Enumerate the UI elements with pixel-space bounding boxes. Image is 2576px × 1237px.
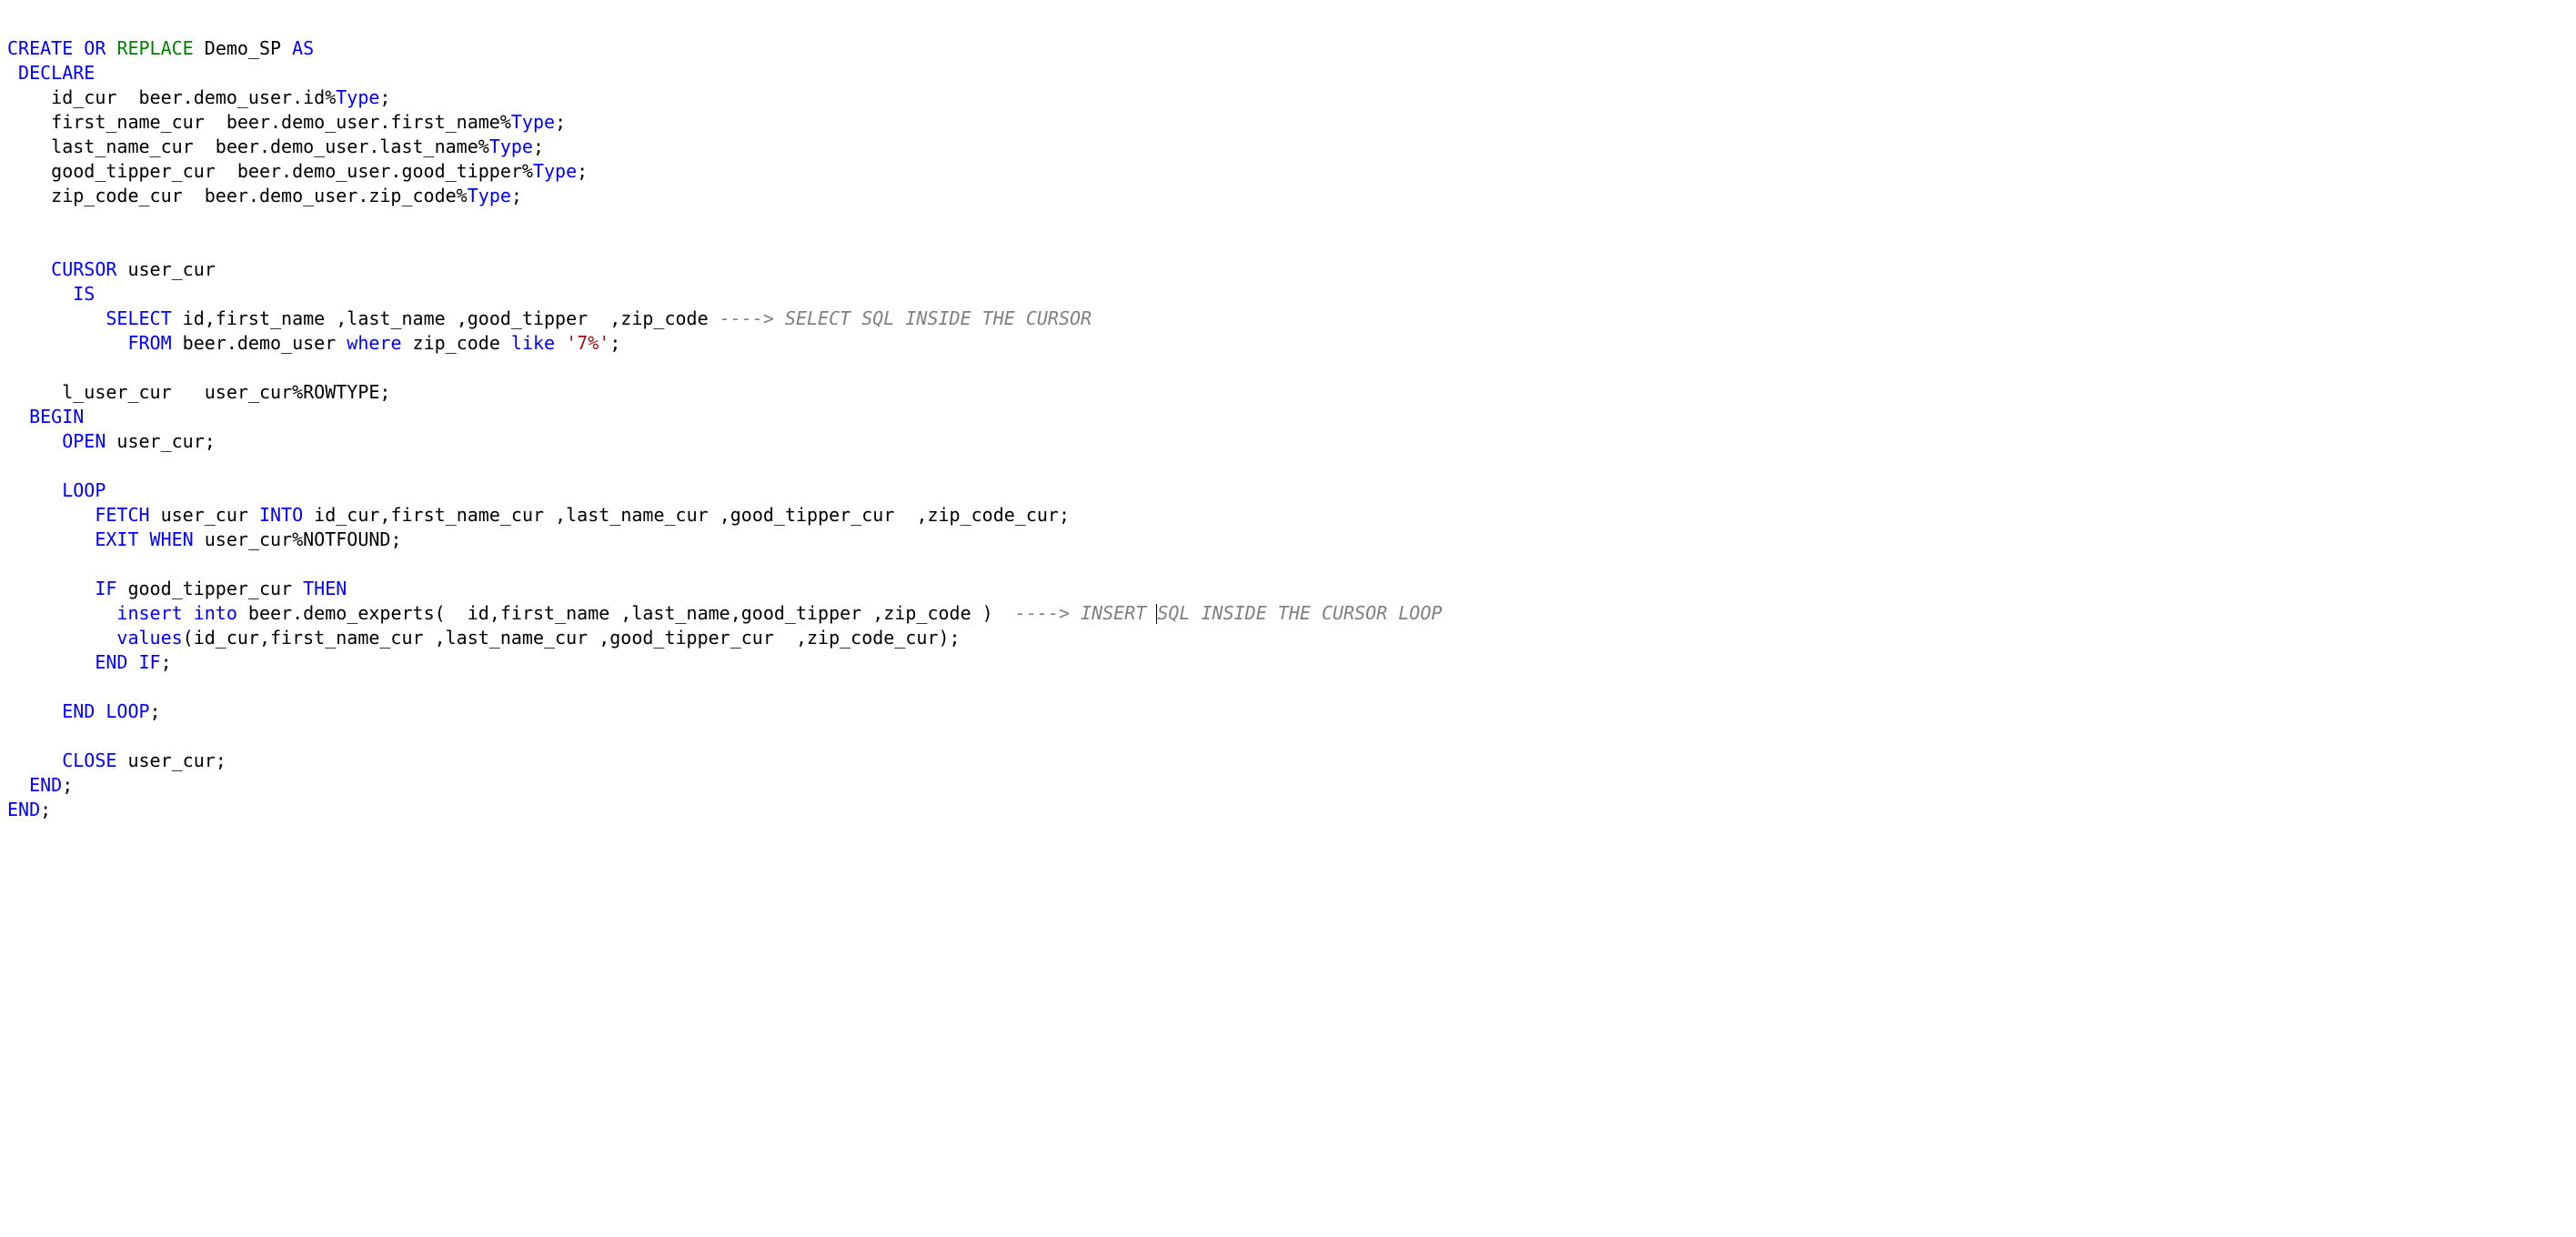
space [95,700,106,722]
select-cols: id,first_name ,last_name ,good_tipper ,z… [172,307,719,329]
kw-end: END [7,651,127,673]
semi: ; [379,86,390,108]
kw-type: Type [511,111,555,133]
proc-name: Demo_SP [194,37,292,59]
kw-cursor: CURSOR [7,258,116,280]
if-cond: good_tipper_cur [116,578,303,599]
decl-good-tipper-cur: good_tipper_cur beer.demo_user.good_tipp… [7,160,533,182]
kw-select: SELECT [7,307,172,329]
space [555,332,566,354]
space [127,651,138,673]
kw-type: Type [336,86,379,108]
kw-end-loop: END [7,700,95,722]
cursor-name: user_cur [116,258,215,280]
kw-type: Type [489,136,533,157]
where-col: zip_code [402,332,511,354]
comment-insert-a: ----> INSERT [1015,602,1158,624]
insert-target: beer.demo_experts( id,first_name ,last_n… [237,602,1015,624]
kw-end-inner: END [7,774,62,796]
exit-cond: user_cur%NOTFOUND; [194,528,402,550]
semi: ; [62,774,73,796]
kw-insert: insert [7,602,183,624]
semi: ; [555,111,566,133]
kw-values: values [7,627,183,649]
kw-open: OPEN [7,430,106,452]
kw-when: WHEN [150,528,194,550]
sql-code-block: CREATE OR REPLACE Demo_SP AS DECLARE id_… [0,0,2576,830]
kw-type: Type [533,160,577,182]
fetch-into-list: id_cur,first_name_cur ,last_name_cur ,go… [303,504,1070,526]
kw-end-outer: END [7,799,40,820]
semi: ; [511,185,522,206]
kw-if-end: IF [139,651,161,673]
kw-loop: LOOP [7,479,106,501]
semi: ; [577,160,588,182]
decl-id-cur: id_cur beer.demo_user.id% [7,86,336,108]
space [183,602,194,624]
space [73,37,84,59]
comment-select: ----> SELECT SQL INSIDE THE CURSOR [719,307,1092,329]
open-cur: user_cur; [106,430,215,452]
kw-declare: DECLARE [7,62,95,84]
kw-as: AS [292,37,314,59]
kw-loop-end: LOOP [106,700,149,722]
semi: ; [161,651,172,673]
decl-last-name-cur: last_name_cur beer.demo_user.last_name% [7,136,489,157]
values-list: (id_cur,first_name_cur ,last_name_cur ,g… [183,627,961,649]
kw-create: CREATE [7,37,73,59]
semi: ; [150,700,161,722]
close-cur: user_cur; [116,749,226,771]
from-table: beer.demo_user [172,332,347,354]
kw-if: IF [7,578,116,599]
decl-first-name-cur: first_name_cur beer.demo_user.first_name… [7,111,511,133]
semi: ; [533,136,544,157]
kw-or: OR [84,37,106,59]
kw-like: like [511,332,555,354]
kw-into: INTO [259,504,303,526]
kw-exit: EXIT [7,528,139,550]
kw-replace: REPLACE [116,37,193,59]
kw-where: where [347,332,401,354]
kw-then: THEN [303,578,347,599]
fetch-cur: user_cur [150,504,259,526]
kw-type: Type [468,185,511,206]
space [139,528,150,550]
kw-fetch: FETCH [7,504,150,526]
kw-from: FROM [7,332,172,354]
kw-into: into [194,602,237,624]
decl-zip-code-cur: zip_code_cur beer.demo_user.zip_code% [7,185,468,206]
rowtype-decl: l_user_cur user_cur%ROWTYPE; [7,381,390,403]
comment-insert-b: SQL INSIDE THE CURSOR LOOP [1157,602,1442,624]
semi: ; [609,332,620,354]
string-literal: '7%' [566,332,609,354]
kw-close: CLOSE [7,749,116,771]
kw-is: IS [7,283,95,305]
space [106,37,116,59]
kw-begin: BEGIN [7,406,84,427]
semi: ; [40,799,51,820]
